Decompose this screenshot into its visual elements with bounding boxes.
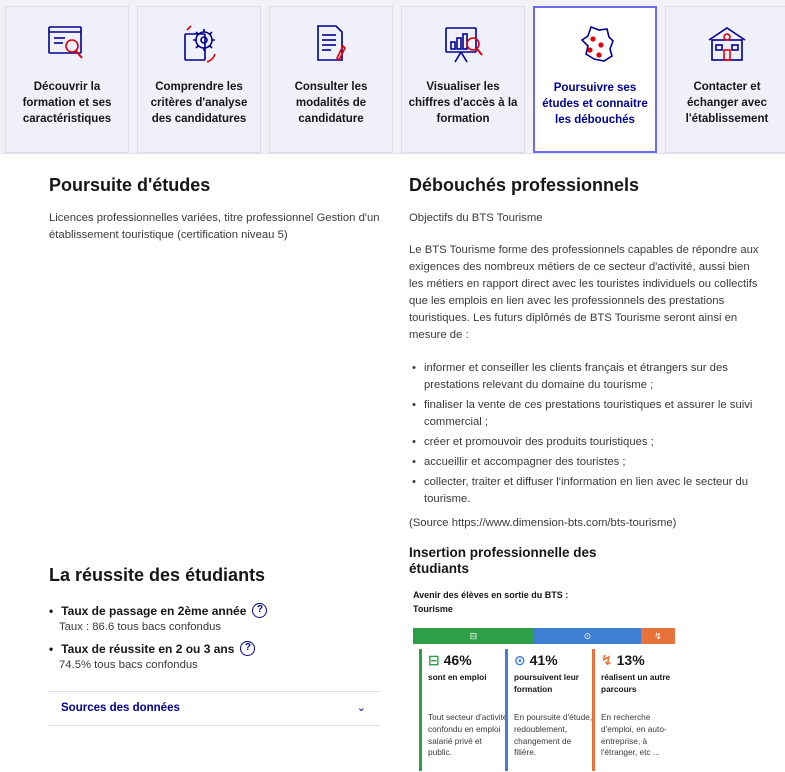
list-item: finaliser la vente de ces prestations to… (409, 397, 759, 431)
pct-emploi: ⊟ 46% (428, 652, 472, 668)
desc-autre: En recherche d'emploi, en auto-entrepris… (601, 712, 667, 758)
avenir-label: Avenir des élèves en sortie du BTS : Tou… (413, 590, 569, 614)
help-icon[interactable]: ? (252, 603, 268, 618)
list-item: accueillir et accompagner des touristes … (409, 454, 759, 471)
school-building-icon (666, 21, 785, 67)
sub-autre: réalisent un autre parcours (601, 672, 671, 694)
tab-comprendre-criteres[interactable]: Comprendre les critères d'analyse des ca… (137, 6, 261, 153)
france-map-icon (535, 22, 655, 68)
tab-label: Comprendre les critères d'analyse des ca… (150, 81, 248, 125)
passage-rate: • Taux de passage en 2ème année? Taux : 8… (49, 603, 268, 633)
graduation-cap-icon: ⊙ (514, 652, 526, 668)
tab-bar: Découvrir la formation et ses caractéris… (0, 0, 785, 154)
reussite-rate: • Taux de réussite en 2 ou 3 ans? 74.5% t… (49, 641, 256, 671)
objectifs-text: Objectifs du BTS Tourisme (409, 212, 543, 224)
pct-autre: ↯ 13% (601, 652, 645, 668)
graduation-cap-icon: ⊙ (583, 630, 592, 641)
briefcase-icon: ⊟ (469, 630, 478, 641)
bar-segment-formation: ⊙ (534, 628, 641, 644)
insertion-title: Insertion professionnelle des étudiants (409, 545, 597, 576)
passage-label: Taux de passage en 2ème année (61, 603, 247, 618)
sub-formation: poursuivent leur formation (514, 672, 580, 694)
list-item: créer et promouvoir des produits tourist… (409, 434, 759, 451)
route-icon: ↯ (654, 630, 662, 641)
tab-label: Découvrir la formation et ses caractéris… (22, 81, 112, 125)
reussite-value: 74.5% tous bacs confondus (59, 659, 198, 671)
gear-document-icon (138, 21, 260, 67)
chevron-down-icon: ⌄ (356, 702, 366, 714)
tab-visualiser-chiffres[interactable]: Visualiser les chiffres d'accès à la for… (401, 6, 525, 153)
tab-label: Poursuivre ses études et connaitre les d… (542, 82, 648, 126)
poursuite-text: Licences professionnelles variées, titre… (49, 212, 380, 241)
tab-label: Contacter et échanger avec l'établisseme… (685, 81, 769, 125)
sources-label: Sources des données (61, 702, 180, 714)
reussite-label: Taux de réussite en 2 ou 3 ans (61, 641, 235, 656)
desc-formation: En poursuite d'étude, redoublement, chan… (514, 712, 593, 758)
route-icon: ↯ (601, 652, 613, 668)
tab-label: Visualiser les chiffres d'accès à la for… (408, 81, 518, 125)
debouches-title: Débouchés professionnels (409, 175, 640, 195)
debouches-list: informer et conseiller les clients franç… (409, 360, 759, 511)
reussite-title: La réussite des étudiants (49, 565, 266, 585)
help-icon[interactable]: ? (240, 641, 256, 656)
passage-value: Taux : 86.6 tous bacs confondus (59, 621, 222, 633)
sources-accordion[interactable]: Sources des données ⌄ (49, 691, 380, 726)
tab-label: Consulter les modalités de candidature (294, 81, 368, 125)
tab-consulter-modalites[interactable]: Consulter les modalités de candidature (269, 6, 393, 153)
list-item: informer et conseiller les clients franç… (409, 360, 759, 394)
list-item: collecter, traiter et diffuser l'informa… (409, 474, 759, 508)
desc-emploi: Tout secteur d'activité confondu en empl… (428, 712, 508, 758)
source-text: (Source https://www.dimension-bts.com/bt… (409, 517, 677, 529)
sub-emploi: sont en emploi (428, 672, 487, 682)
pct-formation: ⊙ 41% (514, 652, 558, 668)
chart-board-icon (402, 21, 524, 67)
briefcase-icon: ⊟ (428, 652, 440, 668)
tab-contacter-etablissement[interactable]: Contacter et échanger avec l'établisseme… (665, 6, 785, 153)
debouches-intro: Le BTS Tourisme forme des professionnels… (409, 244, 759, 341)
document-pen-icon (270, 21, 392, 67)
poursuite-title: Poursuite d'études (49, 175, 211, 195)
bar-segment-emploi: ⊟ (413, 628, 534, 644)
document-search-icon (6, 21, 128, 67)
bar-segment-autre: ↯ (641, 628, 675, 644)
tab-decouvrir-formation[interactable]: Découvrir la formation et ses caractéris… (5, 6, 129, 153)
tab-poursuivre-etudes[interactable]: Poursuivre ses études et connaitre les d… (533, 6, 657, 153)
